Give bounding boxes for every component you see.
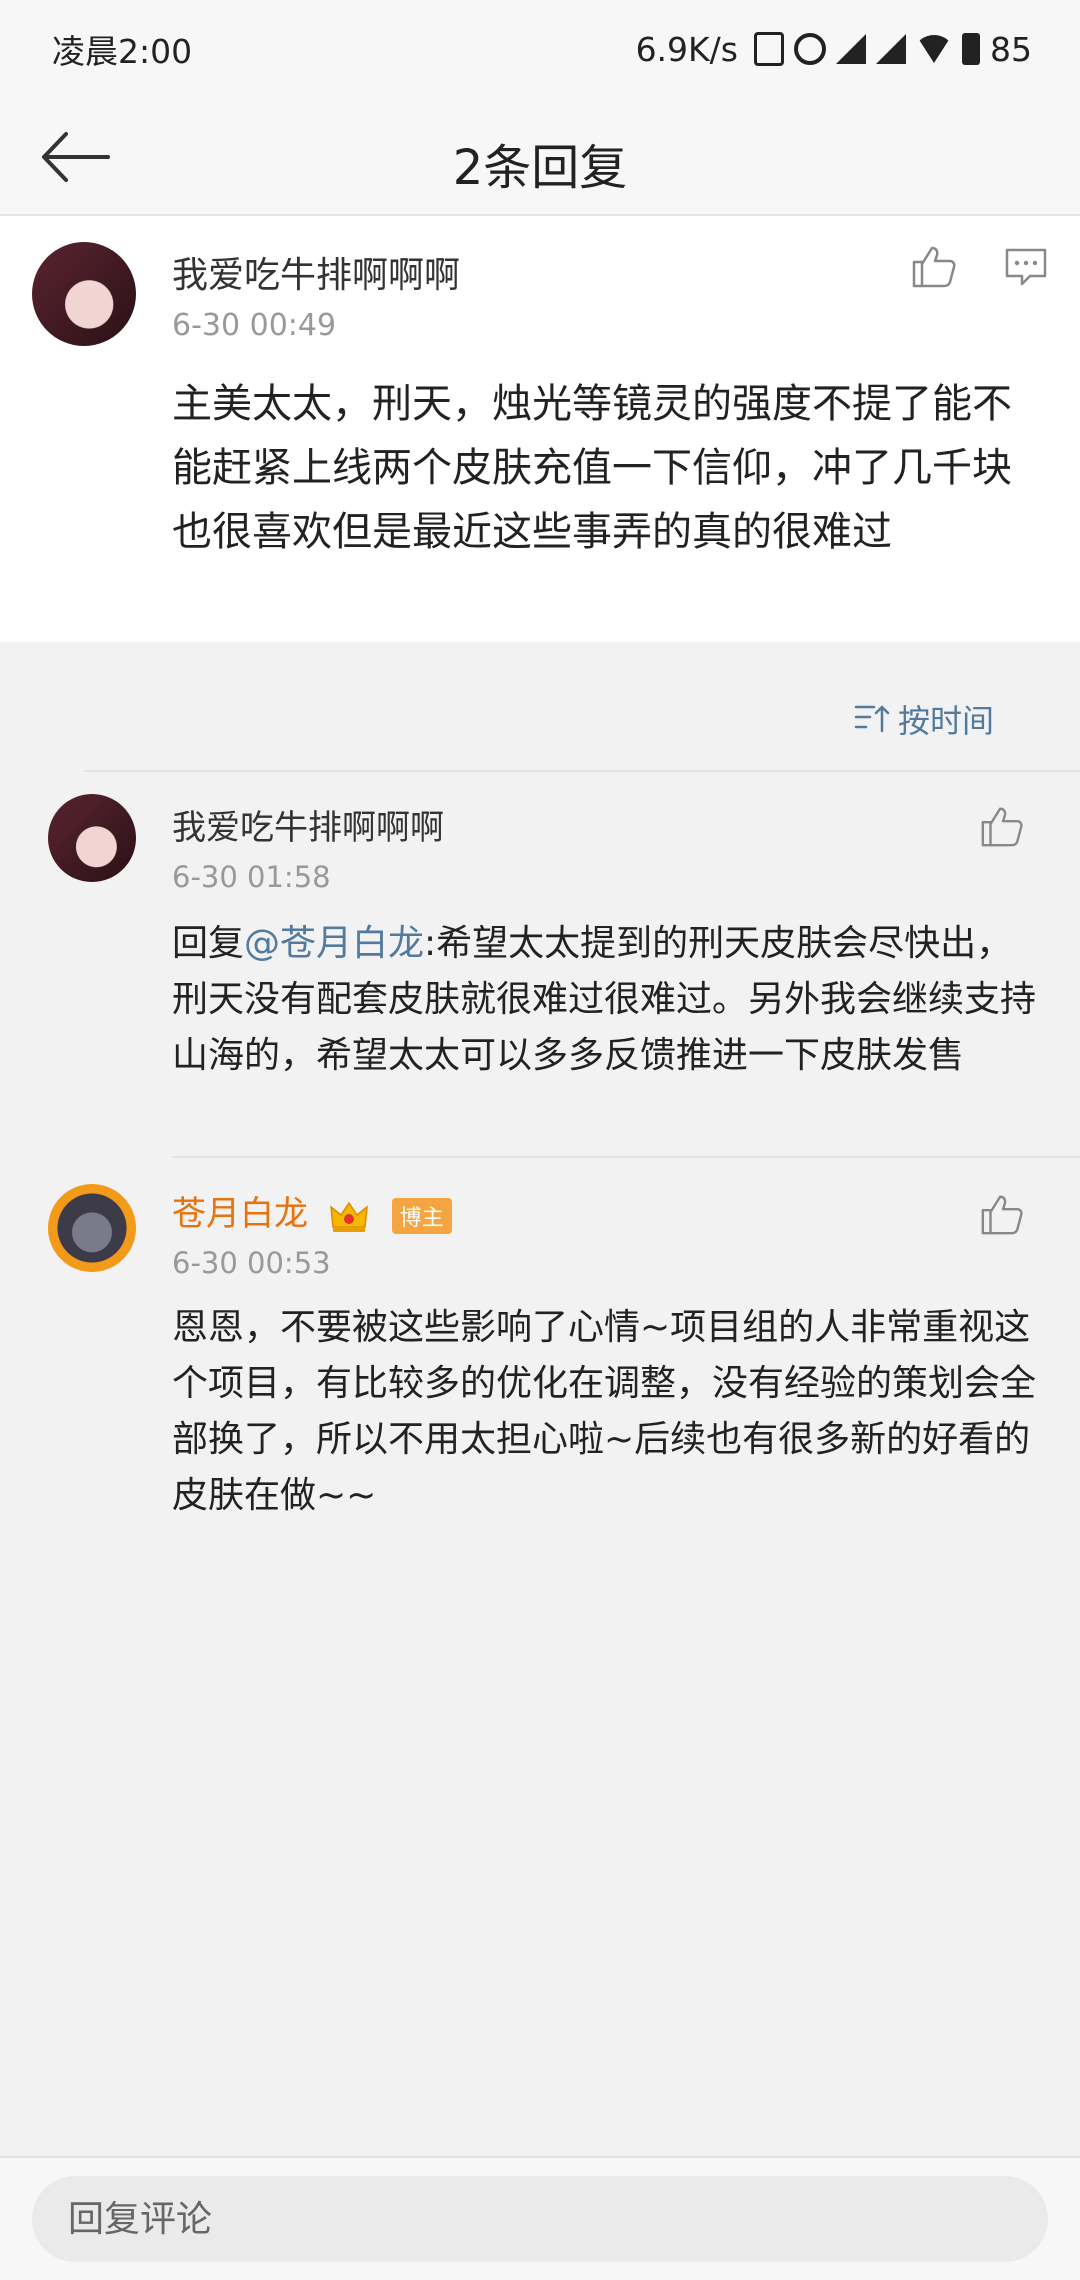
reply-author-row: 苍月白龙 博主 (172, 1186, 452, 1235)
signal-hd-icon (876, 34, 906, 64)
reply-text: 恩恩，不要被这些影响了心情~项目组的人非常重视这个项目，有比较多的优化在调整，没… (172, 1307, 1037, 1516)
comment-icon (1005, 248, 1047, 286)
avatar[interactable] (48, 1184, 136, 1272)
comment-text: 主美太太，刑天，烛光等镜灵的强度不提了能不能赶紧上线两个皮肤充值一下信仰，冲了几… (172, 381, 1012, 555)
screen: 凌晨2:00 6.9K/s 85 2条回复 我爱吃牛排啊啊啊 6-30 00:4… (0, 0, 1080, 2280)
avatar[interactable] (48, 794, 136, 882)
reply-time: 6-30 01:58 (172, 860, 331, 894)
like-button[interactable] (974, 798, 1030, 854)
battery-icon (962, 33, 980, 65)
reply-author[interactable]: 我爱吃牛排啊啊啊 (172, 800, 444, 849)
thumbs-up-icon (981, 1195, 1023, 1235)
page-title: 2条回复 (452, 140, 628, 196)
comment-button[interactable] (998, 238, 1054, 294)
comment-author[interactable]: 我爱吃牛排啊啊啊 (172, 246, 460, 298)
network-speed: 6.9K/s (635, 29, 738, 69)
thumbs-up-icon (981, 807, 1023, 847)
sort-row: 按时间 (0, 672, 1080, 772)
status-time: 凌晨2:00 (52, 32, 193, 71)
sort-label: 按时间 (897, 702, 994, 740)
comment-time: 6-30 00:49 (172, 308, 337, 343)
title-bar: 2条回复 (0, 98, 1080, 216)
bottom-bar (0, 2156, 1080, 2280)
wifi-icon (916, 35, 952, 63)
like-button[interactable] (906, 238, 962, 294)
reply-comment-input[interactable] (32, 2176, 1048, 2262)
mention-link[interactable]: @苍月白龙 (244, 923, 424, 964)
avatar[interactable] (32, 242, 136, 346)
status-bar: 凌晨2:00 6.9K/s 85 (0, 0, 1080, 98)
crown-vip-icon (329, 1201, 368, 1232)
reply-author[interactable]: 苍月白龙 (172, 1194, 308, 1234)
divider (172, 1156, 1080, 1158)
reply-prefix: 回复 (172, 923, 245, 964)
blogger-badge: 博主 (391, 1197, 452, 1234)
main-comment: 我爱吃牛排啊啊啊 6-30 00:49 主美太太，刑天，烛光等镜灵的强度不提了能… (0, 216, 1080, 642)
battery-level: 85 (990, 29, 1032, 69)
reply-time: 6-30 00:53 (172, 1246, 331, 1280)
alarm-icon (794, 33, 826, 65)
sort-icon (854, 705, 890, 733)
reply-text: 回复@苍月白龙:希望太太提到的刑天皮肤会尽快出，刑天没有配套皮肤就很难过很难过。… (172, 916, 1042, 1084)
vibrate-icon (754, 32, 784, 66)
divider (84, 770, 1080, 772)
reply-item: 苍月白龙 博主 6-30 00:53 恩恩，不要被这些影响了心情~项目组的人非常… (0, 1160, 1080, 1560)
reply-item: 我爱吃牛排啊啊啊 6-30 01:58 回复@苍月白龙:希望太太提到的刑天皮肤会… (0, 780, 1080, 1156)
status-indicators: 6.9K/s 85 (636, 30, 1032, 69)
sort-by-time-button[interactable]: 按时间 (854, 696, 994, 742)
signal-icon (836, 34, 866, 64)
thumbs-up-icon (912, 246, 956, 288)
like-button[interactable] (974, 1186, 1030, 1242)
